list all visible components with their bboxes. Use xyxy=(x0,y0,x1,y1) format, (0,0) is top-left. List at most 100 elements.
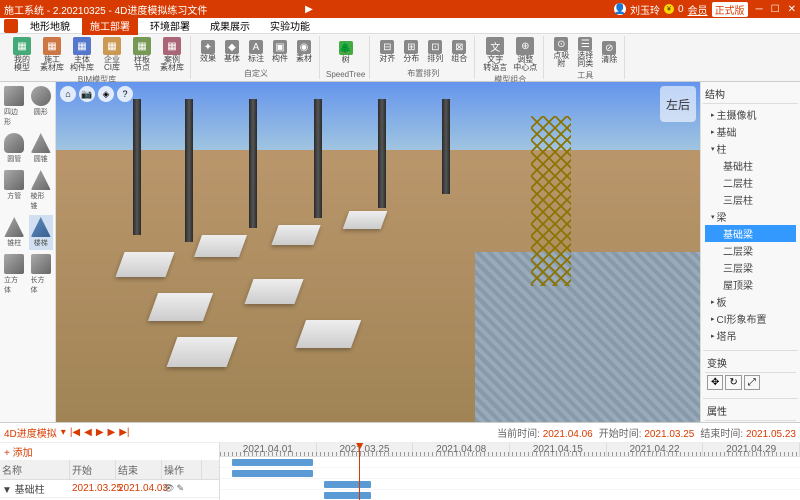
col-start: 开始 xyxy=(70,460,116,479)
shape-cone-column[interactable]: 锥柱 xyxy=(2,215,27,250)
timeline-title: 4D进度模拟 xyxy=(4,425,57,440)
ribbon-select-same[interactable]: ☰选择 同类 xyxy=(574,36,596,69)
transform-rotate-icon[interactable]: ↻ xyxy=(725,375,741,390)
view-cube[interactable]: 左后 xyxy=(660,86,696,122)
transform-scale-icon[interactable]: ⤢ xyxy=(744,375,760,390)
transform-move-icon[interactable]: ✥ xyxy=(707,375,723,390)
tab-results[interactable]: 成果展示 xyxy=(202,16,258,35)
vp-help-icon[interactable]: ? xyxy=(117,86,133,102)
play-button[interactable]: ▶ xyxy=(299,4,319,15)
timeline-add-button[interactable]: + 添加 xyxy=(4,448,33,459)
tree-camera[interactable]: ▸主摄像机 xyxy=(705,106,796,123)
window-title: 施工系统 - 2.20210325 - 4D进度模拟练习文件 xyxy=(4,2,299,17)
tree-column[interactable]: ▾柱 xyxy=(705,140,796,157)
ribbon-arrange[interactable]: ⊡排列 xyxy=(424,36,446,67)
viewport-3d[interactable]: ⌂ 📷 ◈ ? 左后 xyxy=(56,82,700,422)
ribbon-ci-lib[interactable]: ▦企业 CI库 xyxy=(98,36,126,73)
app-logo-icon[interactable] xyxy=(4,19,18,33)
ribbon-effect[interactable]: ✦效果 xyxy=(197,36,219,67)
shape-square-tube[interactable]: 方管 xyxy=(2,168,27,213)
time-start: 开始时间: 2021.03.25 xyxy=(599,425,695,440)
shape-cone[interactable]: 圆锥 xyxy=(29,131,54,166)
coin-count: 0 xyxy=(678,4,684,15)
ribbon-material-lib[interactable]: ▦施工 素材库 xyxy=(38,36,66,73)
tab-construction[interactable]: 施工部署 xyxy=(82,16,138,35)
vip-badge[interactable]: 会员 xyxy=(688,2,708,17)
timeline-playhead[interactable] xyxy=(359,443,360,500)
ribbon-my-model[interactable]: ▦我的 模型 xyxy=(8,36,36,73)
tree-crane[interactable]: ▸塔吊 xyxy=(705,327,796,344)
ribbon-snap[interactable]: ⊙点吸附 xyxy=(550,36,572,69)
tree-foundation-beam[interactable]: 基础梁 xyxy=(705,225,796,242)
shape-palette: 四边形 圆形 圆管 圆锥 方管 棱形锥 锥柱 楼梯 立方体 长方体 xyxy=(0,82,56,422)
timeline-prev-icon[interactable]: ◀ xyxy=(84,427,92,438)
timeline-ruler: 2021.04.01 2021.03.25 2021.04.08 2021.04… xyxy=(220,443,800,457)
tab-experiment[interactable]: 实验功能 xyxy=(262,16,318,35)
props-title: 属性 xyxy=(705,401,796,421)
mode-badge[interactable]: 正式版 xyxy=(712,2,748,17)
shape-circle[interactable]: 圆形 xyxy=(29,84,54,129)
close-button[interactable]: ✕ xyxy=(788,4,796,15)
row-edit-icon[interactable]: ✎ xyxy=(176,483,184,494)
tree-3f-col[interactable]: 三层柱 xyxy=(705,191,796,208)
timeline-next-icon[interactable]: ▶ xyxy=(108,427,116,438)
tree-2f-col[interactable]: 二层柱 xyxy=(705,174,796,191)
timeline-gantt[interactable]: 2021.04.01 2021.03.25 2021.04.08 2021.04… xyxy=(220,443,800,500)
tree-slab[interactable]: ▸板 xyxy=(705,293,796,310)
ribbon-distribute[interactable]: ⊞分布 xyxy=(400,36,422,67)
ribbon-align[interactable]: ⊟对齐 xyxy=(376,36,398,67)
tab-terrain[interactable]: 地形地貌 xyxy=(22,16,78,35)
transform-title: 变换 xyxy=(705,353,796,373)
shape-tube[interactable]: 圆管 xyxy=(2,131,27,166)
row-eye-icon[interactable]: 👁 xyxy=(163,483,174,494)
ribbon-material[interactable]: ◉素材 xyxy=(293,36,315,67)
shape-cube[interactable]: 立方体 xyxy=(2,252,27,297)
tree-beam[interactable]: ▾梁 xyxy=(705,208,796,225)
tab-environment[interactable]: 环境部署 xyxy=(142,16,198,35)
timeline-last-icon[interactable]: ▶| xyxy=(119,427,129,438)
tree-2f-beam[interactable]: 二层梁 xyxy=(705,242,796,259)
user-avatar-icon[interactable]: 👤 xyxy=(614,3,626,15)
timeline-play-icon[interactable]: ▶ xyxy=(96,427,104,438)
timeline-task-list: + 添加 名称 开始 结束 操作 ▼ 基础柱2021.03.252021.04.… xyxy=(0,443,220,500)
shape-cuboid[interactable]: 长方体 xyxy=(29,252,54,297)
ribbon-text-speech[interactable]: 文文字 转语言 xyxy=(481,36,509,73)
shape-quad[interactable]: 四边形 xyxy=(2,84,27,129)
shape-pyramid[interactable]: 棱形锥 xyxy=(29,168,54,213)
ribbon: ▦我的 模型 ▦施工 素材库 ▦主体 构件库 ▦企业 CI库 ▦样板 节点 ▦案… xyxy=(0,34,800,82)
ribbon-case-lib[interactable]: ▦案例 素材库 xyxy=(158,36,186,73)
ribbon-base[interactable]: ◆基体 xyxy=(221,36,243,67)
ribbon-clear[interactable]: ⊘清除 xyxy=(598,36,620,69)
col-name: 名称 xyxy=(0,460,70,479)
vp-camera-icon[interactable]: 📷 xyxy=(79,86,95,102)
vp-home-icon[interactable]: ⌂ xyxy=(60,86,76,102)
tree-foundation[interactable]: ▸基础 xyxy=(705,123,796,140)
tree-3f-beam[interactable]: 三层梁 xyxy=(705,259,796,276)
ribbon-annotate[interactable]: A标注 xyxy=(245,36,267,67)
timeline-row[interactable]: ▼ 基础柱2021.03.252021.04.03👁✎ xyxy=(0,480,219,498)
user-name: 刘玉玲 xyxy=(630,2,660,17)
tree-ci[interactable]: ▸CI形象布置 xyxy=(705,310,796,327)
ribbon-tree[interactable]: 🌲树 xyxy=(335,36,357,69)
timeline-dropdown-icon[interactable]: ▾ xyxy=(61,427,66,438)
maximize-button[interactable]: ☐ xyxy=(771,4,780,15)
timeline-panel: 4D进度模拟 ▾ |◀ ◀ ▶ ▶ ▶| 当前时间: 2021.04.06 开始… xyxy=(0,422,800,500)
col-op: 操作 xyxy=(162,460,202,479)
vp-compass-icon[interactable]: ◈ xyxy=(98,86,114,102)
user-area: 👤 刘玉玲 ¥ 0 会员 正式版 xyxy=(614,2,748,17)
crane-model xyxy=(531,116,571,286)
tree-roof-beam[interactable]: 屋顶梁 xyxy=(705,276,796,293)
timeline-first-icon[interactable]: |◀ xyxy=(70,427,80,438)
time-current: 当前时间: 2021.04.06 xyxy=(497,425,593,440)
structure-tree: ▸主摄像机 ▸基础 ▾柱 基础柱 二层柱 三层柱 ▾梁 基础梁 二层梁 三层梁 … xyxy=(703,104,798,346)
ribbon-main-component[interactable]: ▦主体 构件库 xyxy=(68,36,96,73)
tree-foundation-col[interactable]: 基础柱 xyxy=(705,157,796,174)
col-end: 结束 xyxy=(116,460,162,479)
ribbon-center[interactable]: ⊕调整 中心点 xyxy=(511,36,539,73)
minimize-button[interactable]: ─ xyxy=(756,4,763,15)
ribbon-group[interactable]: ⊠组合 xyxy=(448,36,470,67)
ribbon-component[interactable]: ▣构件 xyxy=(269,36,291,67)
shape-stairs[interactable]: 楼梯 xyxy=(29,215,54,250)
viewport-toolbar: ⌂ 📷 ◈ ? xyxy=(60,86,133,102)
ribbon-sample[interactable]: ▦样板 节点 xyxy=(128,36,156,73)
